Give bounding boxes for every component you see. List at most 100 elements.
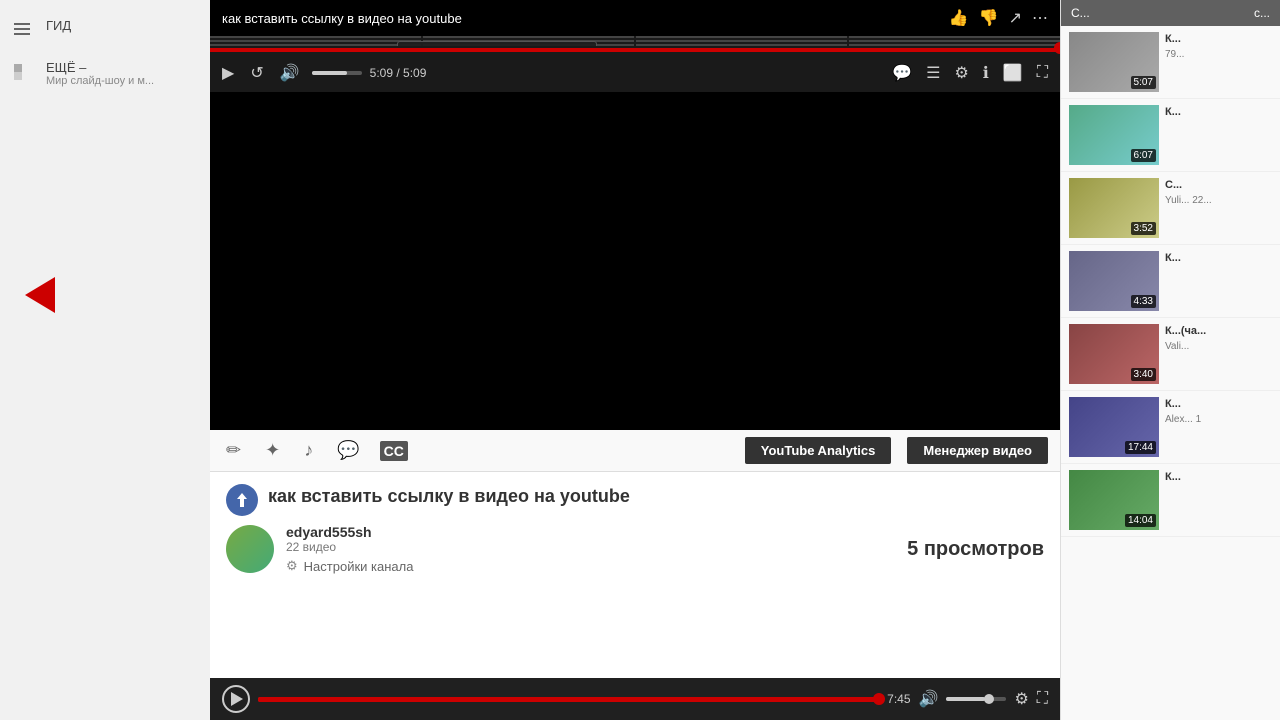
- widescreen-button[interactable]: ⬜: [999, 61, 1027, 85]
- bottom-volume-slider[interactable]: [946, 697, 1006, 701]
- chat-icon[interactable]: 💬: [333, 436, 363, 465]
- cell-8: [849, 40, 1060, 42]
- magic-icon[interactable]: ✦: [261, 436, 284, 465]
- video-player[interactable]: как вставить ссылку в видео на youtube 👍…: [210, 0, 1060, 430]
- related-thumb-4: 3:40: [1069, 324, 1159, 384]
- related-title-5: К...: [1165, 397, 1272, 411]
- related-meta-5: Alex... 1: [1165, 414, 1272, 425]
- related-meta-4: Vali...: [1165, 341, 1272, 352]
- share-icon[interactable]: ↗: [1009, 8, 1022, 28]
- related-info-2: С... Yuli... 22...: [1165, 178, 1272, 238]
- related-duration-0: 5:07: [1131, 76, 1156, 89]
- related-thumb-2: 3:52: [1069, 178, 1159, 238]
- bottom-right-icons: 🔊 ⚙ ⛶: [919, 689, 1048, 709]
- current-time: 5:09: [370, 66, 393, 80]
- edit-icon[interactable]: ✏: [222, 436, 245, 465]
- related-title-0: К...: [1165, 32, 1272, 46]
- bottom-progress-bar[interactable]: [258, 697, 879, 702]
- related-info-0: К... 79...: [1165, 32, 1272, 92]
- thumbup-icon[interactable]: 👍: [949, 8, 969, 28]
- related-item-0[interactable]: 5:07 К... 79...: [1061, 26, 1280, 99]
- related-item-6[interactable]: 14:04 К...: [1061, 464, 1280, 537]
- related-info-5: К... Alex... 1: [1165, 397, 1272, 457]
- related-meta-0: 79...: [1165, 49, 1272, 60]
- bottom-progress-fill: [258, 697, 879, 702]
- play-pause-button[interactable]: ▶: [218, 61, 238, 85]
- related-duration-5: 17:44: [1125, 441, 1156, 454]
- playlist-button[interactable]: ☰: [922, 61, 944, 85]
- volume-slider[interactable]: [312, 71, 362, 75]
- bottom-vol-fill: [946, 697, 985, 701]
- video-title-bar: как вставить ссылку в видео на youtube 👍…: [210, 0, 1060, 36]
- fullscreen-button[interactable]: ⛶: [1033, 62, 1052, 84]
- channel-name: edyard555sh: [286, 524, 895, 540]
- total-time: 5:09: [403, 66, 426, 80]
- youtube-analytics-button[interactable]: YouTube Analytics: [745, 437, 892, 464]
- back-arrow-button[interactable]: [20, 275, 60, 315]
- related-info-3: К...: [1165, 251, 1272, 311]
- related-item-1[interactable]: 6:07 К...: [1061, 99, 1280, 172]
- volume-button[interactable]: 🔊: [276, 61, 304, 85]
- refresh-button[interactable]: ↺: [246, 61, 267, 85]
- view-count-block: 5 просмотров: [907, 538, 1044, 561]
- sidebar-header-text: С...: [1071, 6, 1090, 20]
- settings-gear-icon: ⚙: [286, 558, 298, 574]
- below-controls-bar: ✏ ✦ ♪ 💬 CC YouTube Analytics Менеджер ви…: [210, 430, 1060, 472]
- related-duration-1: 6:07: [1131, 149, 1156, 162]
- back-arrow-icon: [25, 277, 55, 313]
- bottom-settings-icon[interactable]: ⚙: [1014, 689, 1028, 709]
- thumbdown-icon[interactable]: 👎: [979, 8, 999, 28]
- video-controls-bar: ▶ ↺ 🔊 5:09 / 5:09 💬 ☰ ⚙ ℹ ⬜ ⛶: [210, 54, 1060, 92]
- related-title-4: К...(ча...: [1165, 324, 1272, 338]
- related-title-1: К...: [1165, 105, 1272, 119]
- related-thumb-1: 6:07: [1069, 105, 1159, 165]
- music-icon[interactable]: ♪: [300, 436, 317, 465]
- settings-button[interactable]: ⚙: [950, 61, 972, 85]
- progress-bar-fill: [210, 48, 1060, 52]
- video-info-section: как вставить ссылку в видео на youtube e…: [210, 472, 1060, 586]
- cell-5: [210, 40, 421, 42]
- guide-label: ГИД: [46, 18, 71, 33]
- cell-2: [423, 36, 634, 38]
- bottom-volume-icon[interactable]: 🔊: [919, 689, 939, 709]
- related-duration-3: 4:33: [1131, 295, 1156, 308]
- related-item-2[interactable]: 3:52 С... Yuli... 22...: [1061, 172, 1280, 245]
- title-bar-icons: 👍 👎 ↗ ⋯: [949, 8, 1048, 28]
- cell-1: [210, 36, 421, 38]
- more-sublabel: Мир слайд-шоу и м...: [46, 75, 154, 87]
- volume-fill: [312, 71, 347, 75]
- more-icon-title[interactable]: ⋯: [1032, 8, 1048, 28]
- channel-info: edyard555sh 22 видео ⚙ Настройки канала: [286, 524, 895, 574]
- bottom-playback-bar: 7:45 🔊 ⚙ ⛶: [210, 678, 1060, 720]
- video-manager-button[interactable]: Менеджер видео: [907, 437, 1048, 464]
- sidebar-item-more[interactable]: ЕЩЁ – Мир слайд-шоу и м...: [0, 52, 210, 95]
- related-item-4[interactable]: 3:40 К...(ча... Vali...: [1061, 318, 1280, 391]
- info-button[interactable]: ℹ: [979, 61, 993, 85]
- related-title-3: К...: [1165, 251, 1272, 265]
- cc-icon[interactable]: CC: [380, 441, 408, 461]
- related-info-4: К...(ча... Vali...: [1165, 324, 1272, 384]
- time-separator: /: [396, 66, 403, 80]
- channel-settings-row: ⚙ Настройки канала: [286, 558, 895, 574]
- related-item-3[interactable]: 4:33 К...: [1061, 245, 1280, 318]
- bottom-play-button[interactable]: [222, 685, 250, 713]
- related-item-5[interactable]: 17:44 К... Alex... 1: [1061, 391, 1280, 464]
- related-duration-2: 3:52: [1131, 222, 1156, 235]
- bottom-fullscreen-icon[interactable]: ⛶: [1037, 690, 1048, 708]
- more-text: ЕЩЁ – Мир слайд-шоу и м...: [46, 60, 154, 87]
- related-thumb-0: 5:07: [1069, 32, 1159, 92]
- video-title: как вставить ссылку в видео на youtube: [222, 11, 462, 26]
- time-display: 5:09 / 5:09: [370, 66, 427, 80]
- video-tooltip: Как добавить ссылки и видео в блог (част…: [397, 41, 597, 46]
- related-info-1: К...: [1165, 105, 1272, 165]
- left-sidebar: ГИД ЕЩЁ – Мир слайд-шоу и м...: [0, 0, 210, 720]
- sidebar-item-guide[interactable]: ГИД: [0, 10, 210, 52]
- video-content-area[interactable]: Как добавить ссылки и видео в блог (част…: [210, 36, 1060, 46]
- cell-4: [849, 36, 1060, 38]
- progress-area[interactable]: [210, 46, 1060, 54]
- related-title-2: С...: [1165, 178, 1272, 192]
- channel-row: edyard555sh 22 видео ⚙ Настройки канала …: [226, 524, 1044, 574]
- subtitle-button[interactable]: 💬: [888, 61, 916, 85]
- related-thumb-3: 4:33: [1069, 251, 1159, 311]
- channel-settings-link[interactable]: Настройки канала: [304, 559, 414, 574]
